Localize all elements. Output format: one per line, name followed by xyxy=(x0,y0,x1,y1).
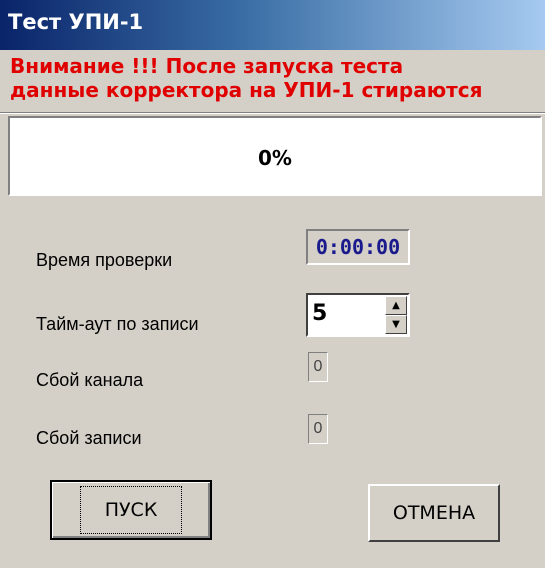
start-button-label: ПУСК xyxy=(79,486,183,534)
window-title: Тест УПИ-1 xyxy=(8,10,144,34)
cancel-button-label: ОТМЕНА xyxy=(392,502,476,524)
separator xyxy=(0,112,545,114)
timeout-label: Тайм-аут по записи xyxy=(36,314,199,334)
write-fail-label: Сбой записи xyxy=(36,428,142,448)
spin-down-icon[interactable]: ▼ xyxy=(385,315,407,334)
check-time-value: 0:00:00 xyxy=(306,229,410,265)
start-button[interactable]: ПУСК xyxy=(50,480,212,540)
warning-line-1: Внимание !!! После запуска теста xyxy=(10,54,404,78)
title-bar[interactable]: Тест УПИ-1 xyxy=(0,0,545,50)
progress-bar: 0% xyxy=(8,116,542,196)
cancel-button[interactable]: ОТМЕНА xyxy=(368,484,500,542)
timeout-spinbox[interactable]: 5 ▲ ▼ xyxy=(306,293,410,337)
progress-percent: 0% xyxy=(258,146,292,170)
warning-message: Внимание !!! После запуска теста данные … xyxy=(10,54,540,102)
channel-fail-label: Сбой канала xyxy=(36,370,144,390)
channel-fail-value: 0 xyxy=(308,352,328,382)
timeout-value[interactable]: 5 xyxy=(312,301,327,326)
spin-up-icon[interactable]: ▲ xyxy=(385,296,407,315)
check-time-label: Время проверки xyxy=(36,250,173,270)
test-upi-dialog: Тест УПИ-1 Внимание !!! После запуска те… xyxy=(0,0,546,568)
warning-line-2: данные корректора на УПИ-1 стираются xyxy=(10,78,483,102)
write-fail-value: 0 xyxy=(308,414,328,444)
